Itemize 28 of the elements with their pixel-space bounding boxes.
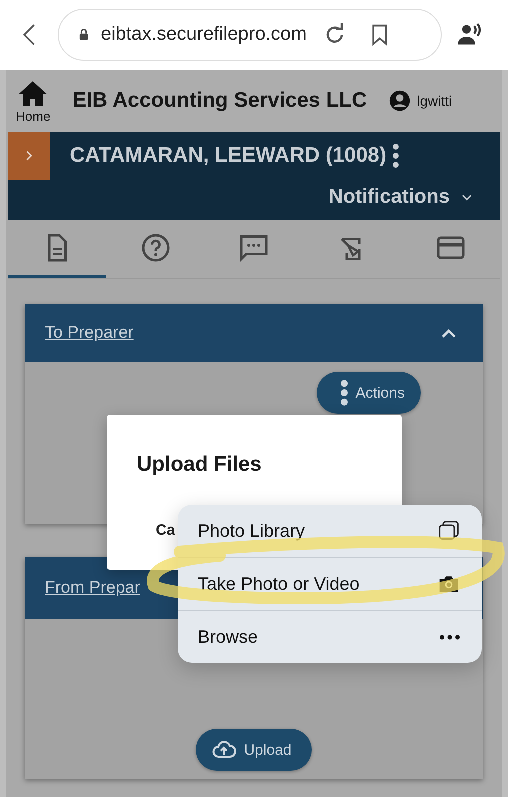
- address-bar[interactable]: eibtax.securefilepro.com: [58, 9, 442, 61]
- dialog-title: Upload Files: [137, 453, 263, 477]
- more-button[interactable]: [392, 144, 399, 168]
- chat-icon: [239, 232, 270, 262]
- upload-button[interactable]: Upload: [196, 729, 312, 771]
- more-horizontal-icon: [440, 634, 460, 640]
- reader-button[interactable]: [456, 22, 484, 48]
- url-text: eibtax.securefilepro.com: [101, 24, 307, 46]
- more-vertical-icon: [340, 380, 348, 406]
- help-icon: [140, 232, 171, 262]
- home-icon: [17, 78, 50, 108]
- home-button[interactable]: Home: [16, 78, 51, 124]
- section-title-link[interactable]: To Preparer: [45, 323, 134, 343]
- menu-item[interactable]: Photo Library: [178, 505, 482, 558]
- more-vertical-icon: [392, 144, 399, 168]
- person-speaking-icon: [456, 22, 484, 48]
- notifications-dropdown[interactable]: Notifications: [328, 186, 474, 209]
- account-icon: [389, 90, 412, 112]
- menu-item[interactable]: Browse: [178, 611, 482, 663]
- menu-item[interactable]: Take Photo or Video: [178, 558, 482, 611]
- cancel-button[interactable]: Ca: [156, 522, 176, 539]
- actions-button[interactable]: Actions: [316, 372, 421, 414]
- firm-name: EIB Accounting Services LLC: [72, 89, 368, 113]
- user-menu[interactable]: lgwitti: [389, 90, 452, 112]
- client-name: CATAMARAN, LEEWARD (1008): [70, 144, 387, 168]
- section-title-link[interactable]: From Prepar: [45, 578, 140, 598]
- lock-icon: [77, 27, 91, 43]
- collapse-chevron-icon[interactable]: [441, 327, 457, 339]
